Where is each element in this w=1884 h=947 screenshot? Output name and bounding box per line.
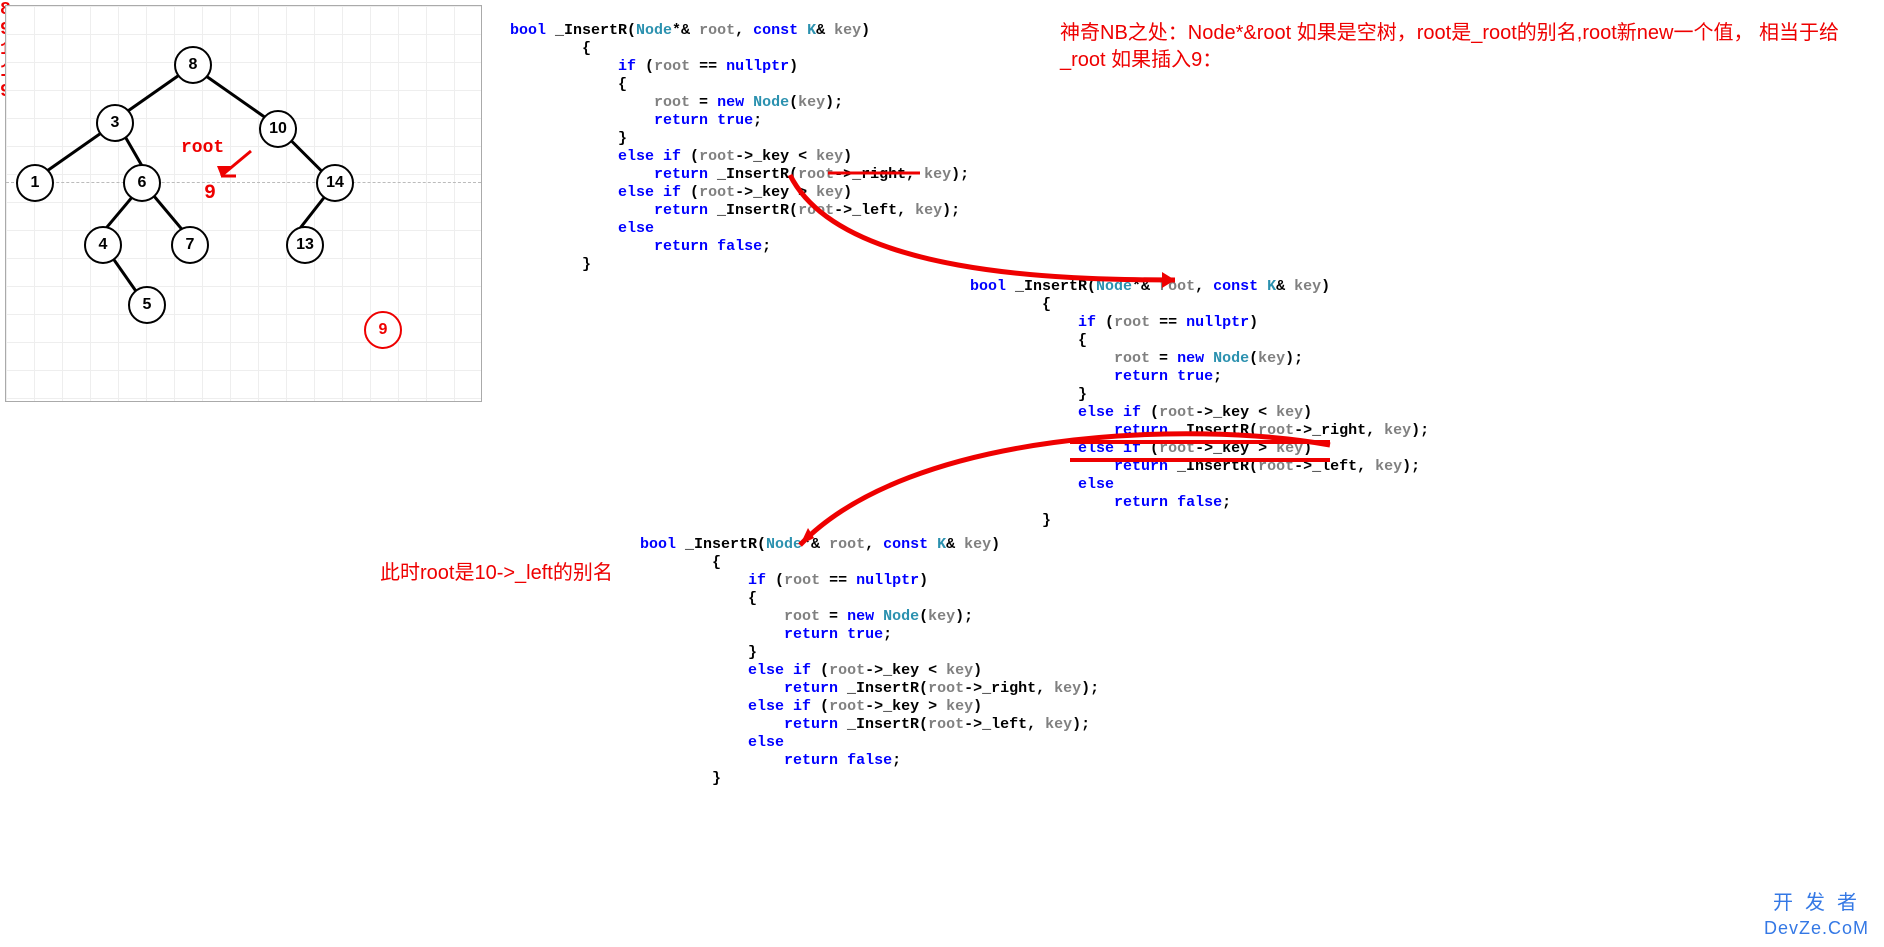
tree-node-8: 8 — [174, 46, 212, 84]
tree-node-14: 14 — [316, 164, 354, 202]
tree-node-6: 6 — [123, 164, 161, 202]
node-label: 13 — [296, 236, 314, 254]
alias-explanation: 此时root是10->_left的别名 — [380, 560, 613, 587]
grid-background — [6, 6, 481, 401]
tree-node-13: 13 — [286, 226, 324, 264]
watermark-text: 开发者 — [1773, 886, 1869, 915]
explanation-text: 神奇NB之处：Node*&root 如果是空树，root是_root的别名,ro… — [1060, 20, 1884, 74]
node-label: 4 — [99, 236, 108, 254]
tree-node-4: 4 — [84, 226, 122, 264]
node-label: 14 — [326, 174, 344, 192]
watermark-url: DevZe.CoM — [1764, 918, 1869, 939]
node-label: 5 — [143, 296, 152, 314]
tree-node-3: 3 — [96, 104, 134, 142]
nine-label: 9 — [204, 182, 216, 205]
root-arrow-icon — [211, 146, 261, 186]
node-label: 10 — [269, 120, 287, 138]
node-label: 8 — [189, 56, 198, 74]
code-block-1: bool _InsertR(Node*& root, const K& key)… — [510, 22, 969, 274]
tree-node-7: 7 — [171, 226, 209, 264]
code-block-2: bool _InsertR(Node*& root, const K& key)… — [970, 278, 1429, 530]
node-label: 6 — [138, 174, 147, 192]
node-label: 3 — [111, 114, 120, 132]
tree-node-10: 10 — [259, 110, 297, 148]
code-block-3: bool _InsertR(Node*& root, const K& key)… — [640, 536, 1099, 788]
tree-diagram: 8 3 10 1 6 14 4 7 13 5 9 root 9 — [5, 5, 482, 402]
node-label: 9 — [379, 321, 388, 339]
node-label: 7 — [186, 236, 195, 254]
tree-node-9-red: 9 — [364, 311, 402, 349]
tree-node-1: 1 — [16, 164, 54, 202]
tree-node-5: 5 — [128, 286, 166, 324]
node-label: 1 — [31, 174, 40, 192]
